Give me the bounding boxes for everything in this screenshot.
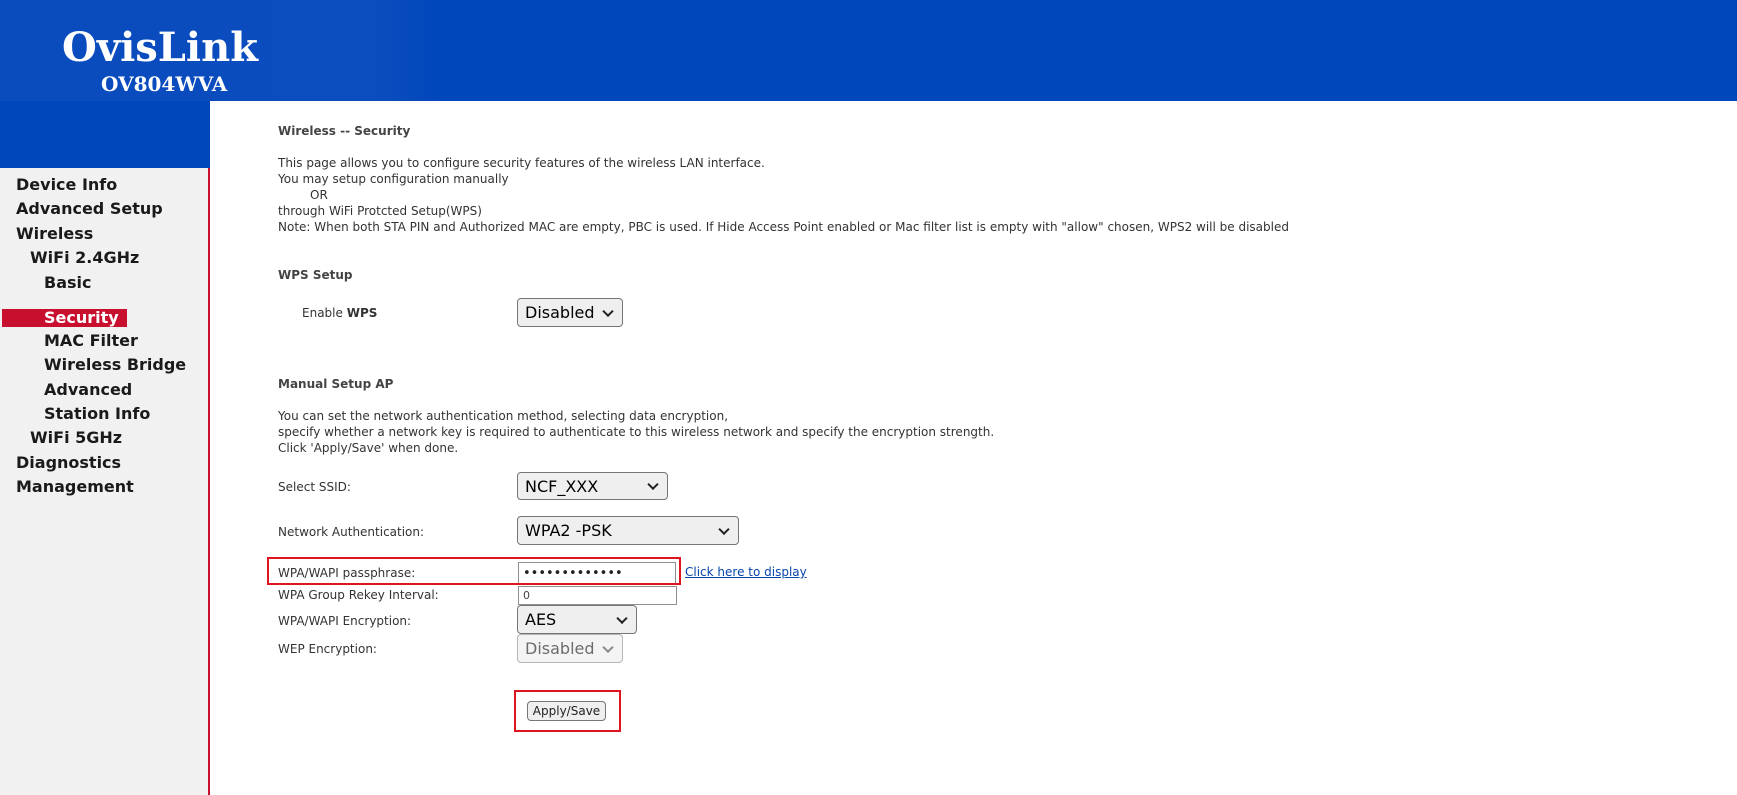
main-content: Wireless -- Security This page allows yo… [210,101,1737,795]
display-passphrase-link[interactable]: Click here to display [685,565,807,579]
intro-line-3: OR [310,188,328,202]
sidebar-item-device-info[interactable]: Device Info [16,175,117,195]
intro-line-1: This page allows you to configure securi… [278,156,765,170]
sidebar-item-wireless-bridge[interactable]: Wireless Bridge [44,355,186,375]
intro-line-2: You may setup configuration manually [278,172,509,186]
wep-encryption-value: Disabled [525,639,595,658]
intro-note: Note: When both STA PIN and Authorized M… [278,220,1289,234]
network-auth-dropdown[interactable]: WPA2 -PSK [517,516,739,545]
sidebar-nav: Device Info Advanced Setup Wireless WiFi… [0,168,210,795]
model-name: OV804WVA [101,72,228,96]
sidebar-item-security[interactable]: Security [2,309,127,327]
page-title: Wireless -- Security [278,124,411,138]
select-ssid-label: Select SSID: [278,480,351,494]
select-ssid-value: NCF_XXX [525,476,599,496]
chevron-down-icon [718,523,730,535]
sidebar-item-mac-filter[interactable]: MAC Filter [44,331,138,351]
wps-section-title: WPS Setup [278,268,353,282]
chevron-down-icon [647,478,659,491]
encryption-dropdown[interactable]: AES [517,605,637,634]
sidebar-item-wifi-24ghz[interactable]: WiFi 2.4GHz [30,248,139,268]
network-auth-value: WPA2 -PSK [525,521,612,540]
manual-desc-line-2: specify whether a network key is require… [278,425,995,439]
network-auth-label: Network Authentication: [278,525,425,539]
rekey-interval-label: WPA Group Rekey Interval: [278,588,439,602]
enable-wps-label: Enable WPS [302,305,377,321]
sidebar-item-diagnostics[interactable]: Diagnostics [16,453,121,473]
sidebar-item-station-info[interactable]: Station Info [44,404,150,424]
passphrase-input[interactable]: ••••••••••••• [518,562,676,584]
encryption-value: AES [525,610,557,629]
rekey-interval-input[interactable]: 0 [518,586,677,605]
intro-line-4: through WiFi Protcted Setup(WPS) [278,204,482,218]
sidebar-item-management[interactable]: Management [16,477,134,497]
chevron-down-icon [616,612,628,624]
chevron-down-icon [602,641,614,653]
enable-wps-value: Disabled [525,303,595,322]
sidebar-item-advanced[interactable]: Advanced [44,380,132,400]
brand-logo: OvisLink [62,24,258,71]
enable-wps-label-bold: WPS [346,306,378,320]
manual-desc-line-3: Click 'Apply/Save' when done. [278,441,459,455]
chevron-down-icon [602,305,614,317]
wep-encryption-label: WEP Encryption: [278,642,377,656]
header-bar: OvisLink OV804WVA [0,0,1737,101]
enable-wps-label-prefix: Enable [302,306,347,320]
sidebar-item-basic[interactable]: Basic [44,273,91,293]
apply-save-button[interactable]: Apply/Save [527,701,606,721]
sidebar-item-wireless[interactable]: Wireless [16,224,93,244]
encryption-label: WPA/WAPI Encryption: [278,614,412,628]
page: OvisLink OV804WVA Wireless -- Security T… [0,0,1737,795]
select-ssid-dropdown[interactable]: NCF_XXX [517,472,668,500]
wep-encryption-dropdown: Disabled [517,634,623,663]
manual-section-title: Manual Setup AP [278,377,394,391]
enable-wps-select[interactable]: Disabled [517,298,623,327]
passphrase-label: WPA/WAPI passphrase: [278,566,416,580]
sidebar-item-advanced-setup[interactable]: Advanced Setup [16,199,163,219]
sidebar-item-wifi-5ghz[interactable]: WiFi 5GHz [30,428,122,448]
manual-desc-line-1: You can set the network authentication m… [278,409,729,423]
